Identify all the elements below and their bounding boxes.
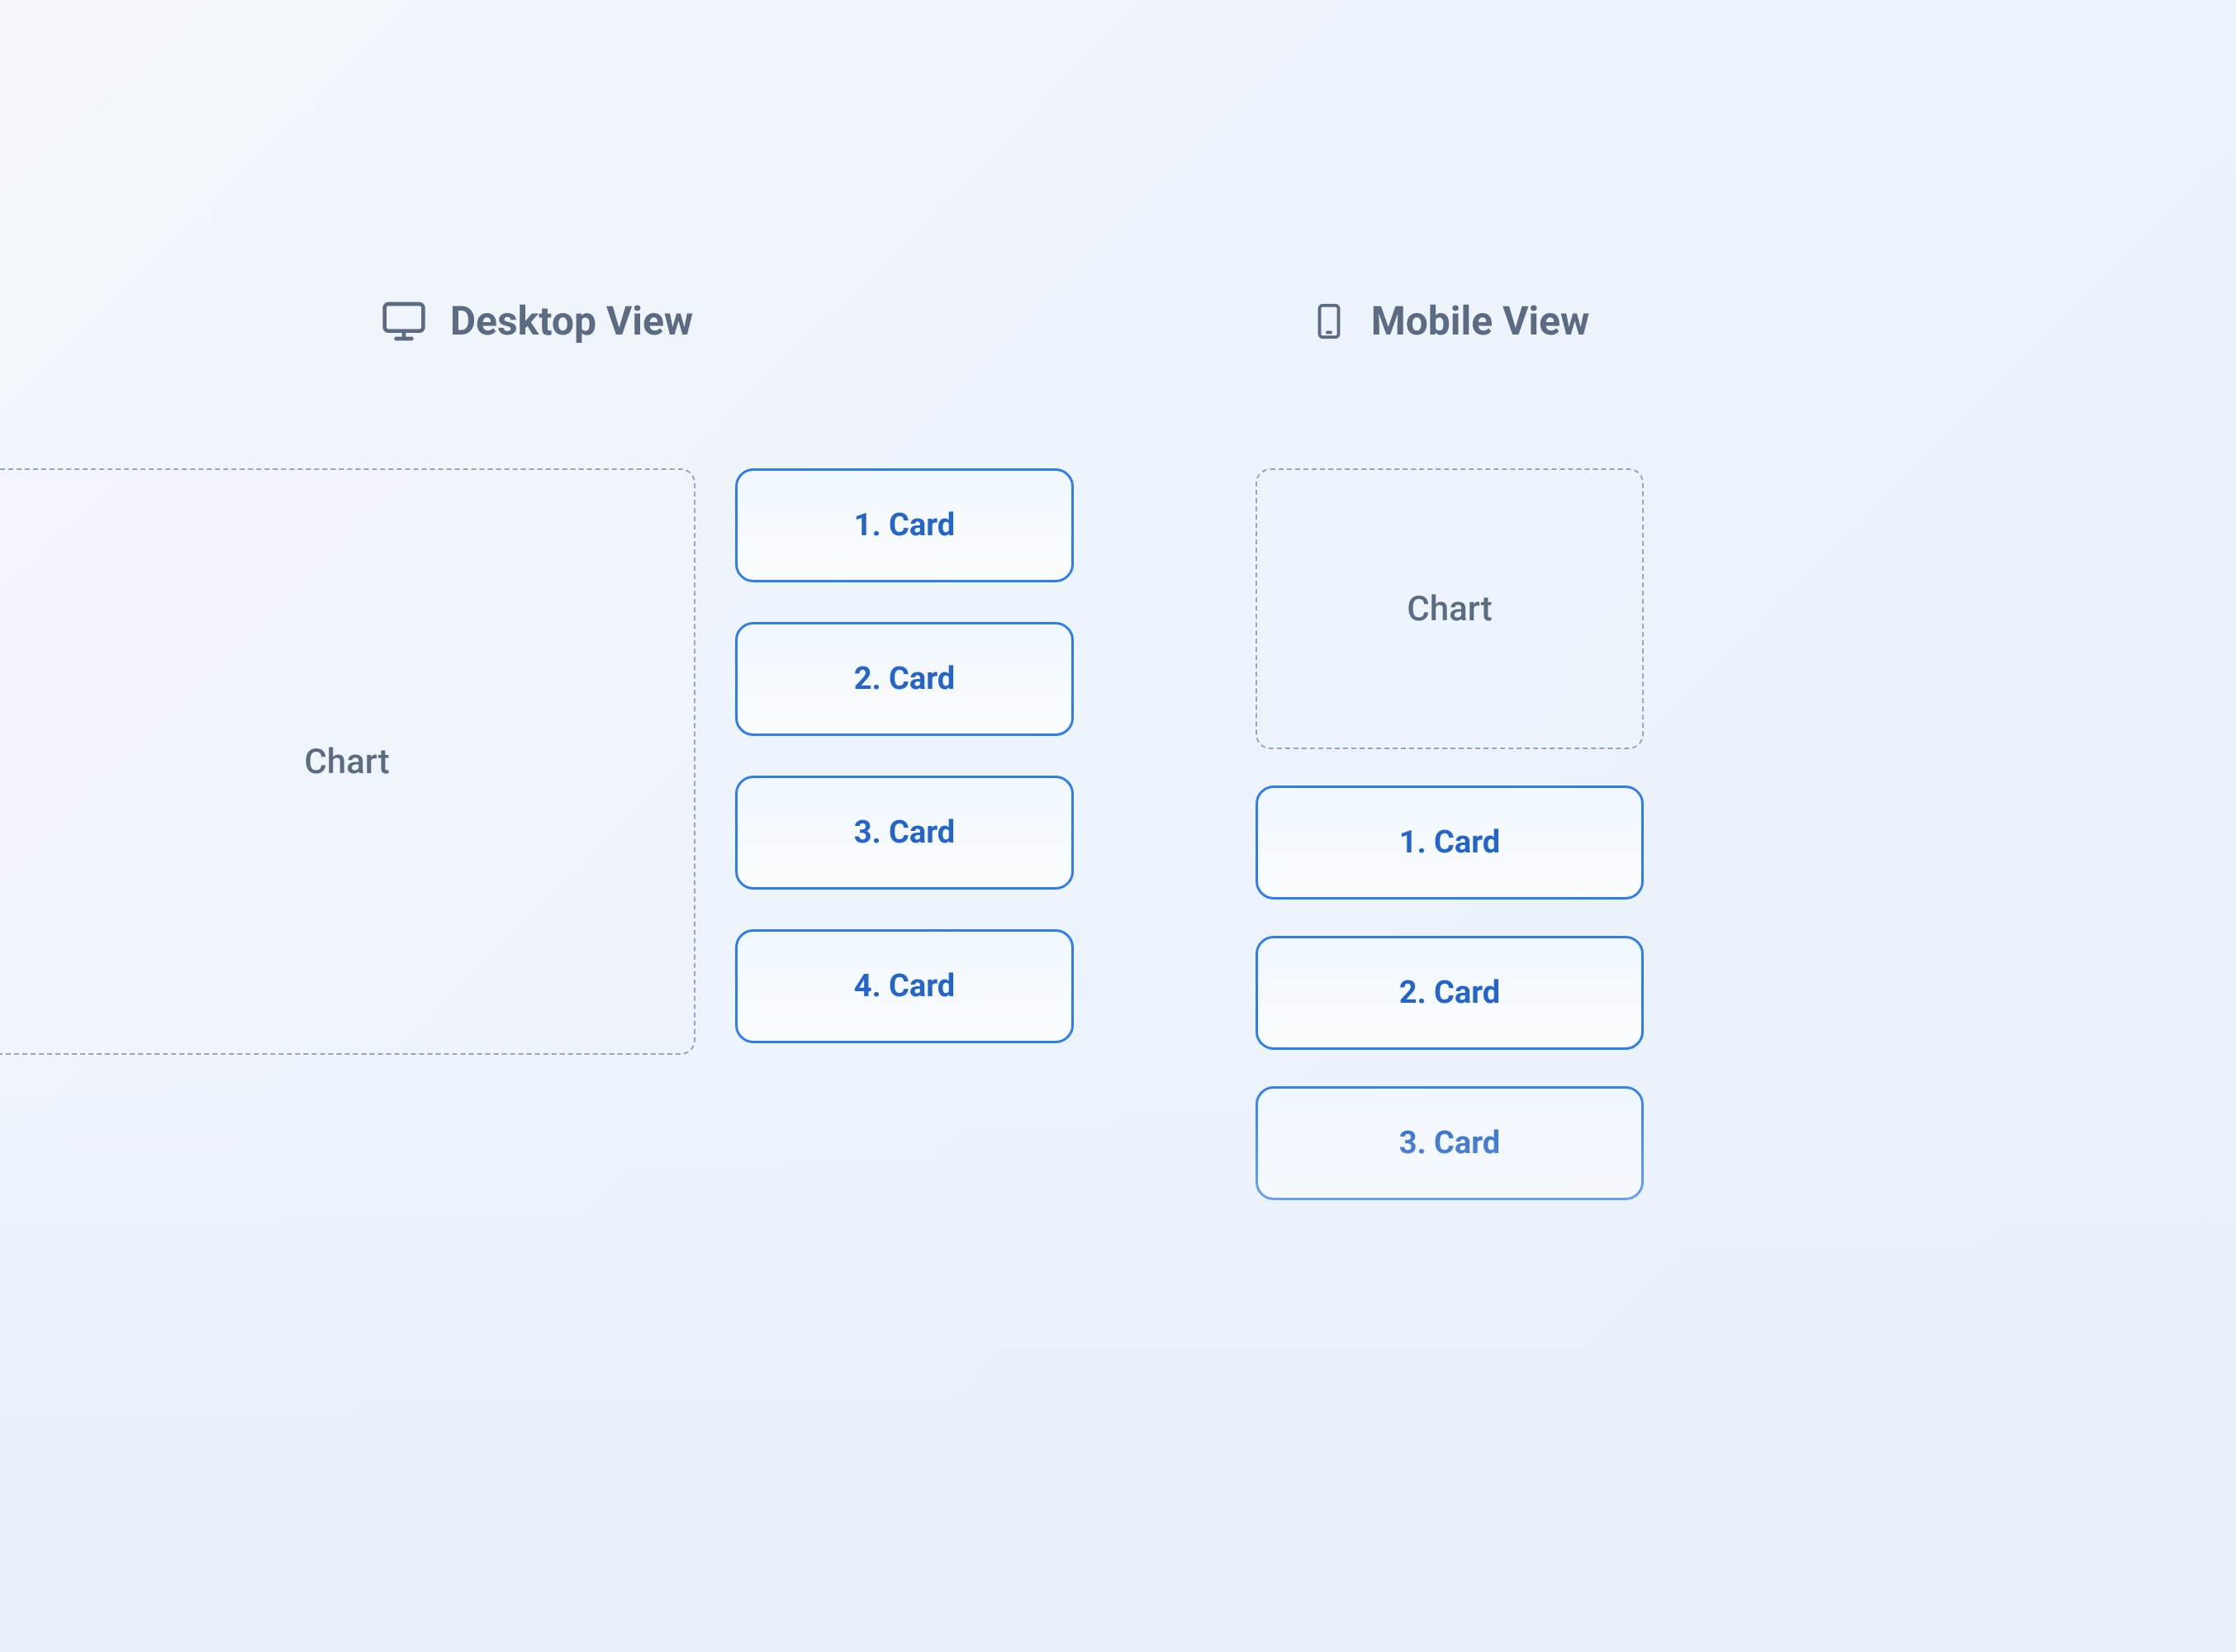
mobile-card-2: 2. Card	[1256, 936, 1644, 1050]
desktop-view-section: Desktop View Chart 1. Card 2. Card 3. Ca…	[0, 297, 1074, 1055]
desktop-card-1: 1. Card	[735, 468, 1074, 582]
desktop-chart-label: Chart	[304, 742, 389, 782]
mobile-chart-label: Chart	[1407, 589, 1492, 629]
desktop-card-3: 3. Card	[735, 776, 1074, 890]
mobile-card-3: 3. Card	[1256, 1086, 1644, 1200]
desktop-view-title: Desktop View	[450, 297, 693, 344]
mobile-view-title: Mobile View	[1371, 297, 1590, 344]
desktop-chart-placeholder: Chart	[0, 468, 695, 1055]
desktop-card-4: 4. Card	[735, 929, 1074, 1043]
mobile-chart-placeholder: Chart	[1256, 468, 1644, 749]
desktop-view-header: Desktop View	[0, 297, 1074, 344]
mobile-icon	[1310, 302, 1348, 340]
mobile-layout-wireframe: Chart 1. Card 2. Card 3. Card	[1256, 468, 1644, 1200]
desktop-card-2: 2. Card	[735, 622, 1074, 736]
desktop-layout-wireframe: Chart 1. Card 2. Card 3. Card 4. Card	[0, 468, 1074, 1055]
mobile-card-1: 1. Card	[1256, 786, 1644, 900]
layout-comparison-diagram: Desktop View Chart 1. Card 2. Card 3. Ca…	[0, 0, 2236, 1200]
desktop-card-list: 1. Card 2. Card 3. Card 4. Card	[735, 468, 1074, 1055]
desktop-icon	[381, 298, 427, 344]
mobile-view-header: Mobile View	[1256, 297, 1644, 344]
mobile-view-section: Mobile View Chart 1. Card 2. Card 3. Car…	[1256, 297, 1644, 1200]
